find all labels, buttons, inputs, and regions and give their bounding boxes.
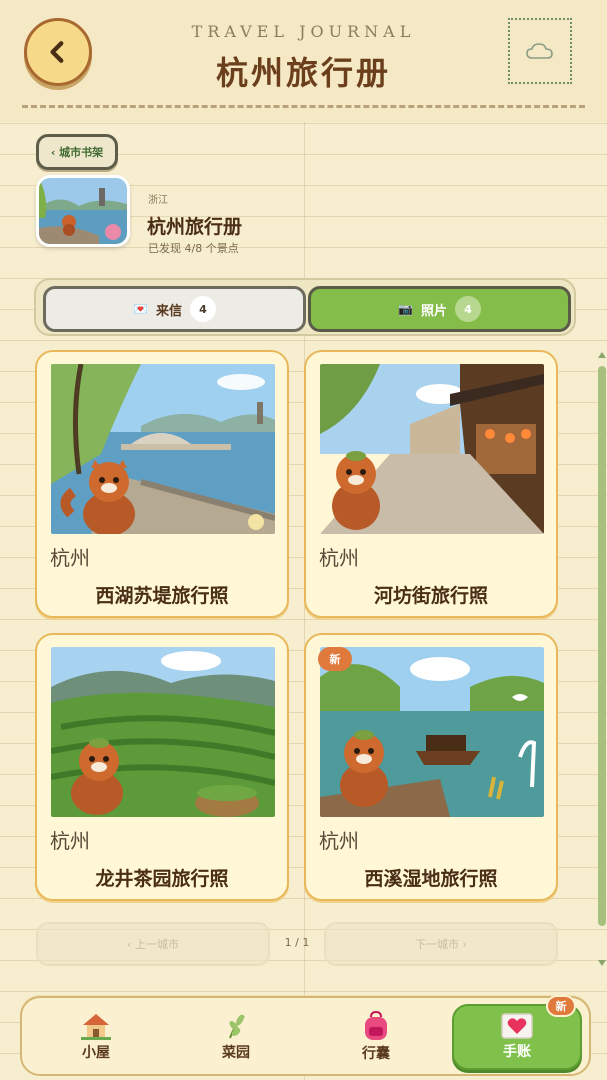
discovered-count: 已发现 4/8 个景点 [148, 242, 239, 255]
scroll-up-arrow[interactable] [598, 352, 606, 358]
card-city: 杭州 [319, 829, 359, 853]
nav-label: 小屋 [82, 1045, 110, 1061]
page-indicator: 1 / 1 [284, 936, 310, 949]
tab-letters[interactable]: 💌 来信 4 [43, 286, 306, 332]
photo-card[interactable]: 杭州 河坊街旅行照 [304, 350, 558, 618]
photo-card[interactable]: 杭州 西湖苏堤旅行照 [35, 350, 289, 618]
bottom-nav: 小屋 菜园 行囊 手账 [20, 996, 591, 1076]
province-label: 浙江 [148, 195, 168, 206]
nav-label: 菜园 [222, 1045, 250, 1061]
card-caption: 西湖苏堤旅行照 [95, 585, 229, 607]
photo-card[interactable]: 杭州 龙井茶园旅行照 [35, 633, 289, 901]
tab-photos-count: 4 [454, 296, 481, 322]
card-caption: 西溪湿地旅行照 [364, 868, 498, 890]
nav-new-badge: 新 [546, 995, 576, 1017]
photo-hefang-street [320, 364, 544, 534]
nav-item-backpack[interactable]: 行囊 [316, 1004, 436, 1070]
card-caption: 龙井茶园旅行照 [95, 868, 229, 890]
card-city: 杭州 [319, 546, 359, 570]
love-letter-icon: 💌 [133, 302, 148, 316]
cloud-icon [526, 43, 553, 59]
city-title: 杭州旅行册 [147, 216, 243, 238]
nav-item-house[interactable]: 小屋 [36, 1004, 156, 1070]
city-thumbnail [36, 175, 130, 247]
new-badge: 新 [318, 647, 352, 671]
nav-item-garden[interactable]: 菜园 [176, 1004, 296, 1070]
photo-longjing-tea-garden [51, 647, 275, 817]
card-city: 杭州 [50, 829, 90, 853]
sprout-icon [229, 1014, 245, 1039]
camera-icon: 📷 [398, 302, 413, 316]
nav-label: 行囊 [362, 1046, 390, 1062]
house-icon [81, 1014, 111, 1040]
card-city: 杭州 [50, 546, 90, 570]
tab-photos-label: 照片 [420, 303, 447, 319]
city-shelf-button[interactable]: ‹ 城市书架 [36, 134, 118, 170]
scroll-down-arrow[interactable] [598, 960, 606, 966]
photo-westlake [51, 364, 275, 534]
tab-photos[interactable]: 📷 照片 4 [308, 286, 571, 332]
scrollbar[interactable] [598, 366, 606, 926]
tab-letters-count: 4 [189, 296, 216, 322]
header: TRAVEL JOURNAL 杭州旅行册 [0, 0, 607, 122]
tab-bar: 💌 来信 4 📷 照片 4 [34, 278, 576, 336]
photo-xixi-wetland [320, 647, 544, 817]
next-city-button[interactable]: 下一城市 › [324, 922, 558, 966]
nav-label: 手账 [503, 1044, 531, 1060]
photo-card[interactable]: 新 杭州 西溪湿地旅行照 [304, 633, 558, 901]
prev-city-button[interactable]: ‹ 上一城市 [36, 922, 270, 966]
journal-heart-icon [501, 1013, 533, 1039]
backpack-icon [365, 1011, 387, 1040]
stamp-frame [508, 18, 572, 84]
header-divider [22, 105, 585, 108]
tab-letters-label: 来信 [155, 303, 182, 319]
card-caption: 河坊街旅行照 [373, 585, 488, 607]
